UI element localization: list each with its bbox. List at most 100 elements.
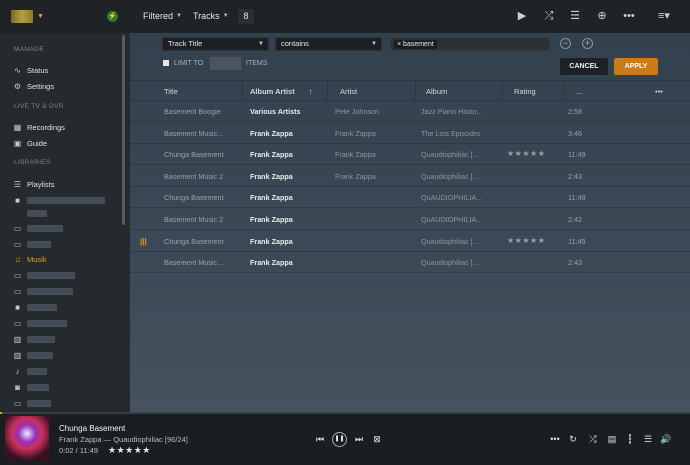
cell-album[interactable]: QuAUDIOPHILIA... (421, 215, 482, 224)
sidebar-item-library[interactable]: ■ (13, 196, 105, 205)
table-row[interactable]: Basement Music 2 Frank Zappa QuAUDIOPHILIA… (130, 209, 690, 230)
download-icon[interactable]: ⊕ (594, 8, 610, 24)
rating-stars[interactable]: ★★★★★ (507, 149, 545, 158)
cell-title[interactable]: Basement Boogie (164, 107, 221, 116)
column-header-rating[interactable]: Rating (514, 87, 536, 96)
activity-icon[interactable]: ⚡ (107, 11, 118, 22)
cell-album[interactable]: Quaudiophiliac [... (421, 150, 479, 159)
filter-value-input[interactable]: × basement (390, 37, 550, 51)
sidebar-item-library[interactable]: ■ (13, 303, 57, 312)
previous-icon[interactable]: ⏮ (313, 432, 327, 446)
cell-artist[interactable]: Frank Zappa (335, 129, 376, 138)
filter-dropdown[interactable]: Filtered ▼ (143, 11, 182, 21)
volume-icon[interactable]: 🔊 (659, 432, 673, 446)
more-icon[interactable]: ••• (621, 8, 637, 24)
view-mode-icon[interactable]: ≡▾ (654, 8, 674, 24)
repeat-icon[interactable]: ↻ (566, 432, 580, 446)
cell-album-artist[interactable]: Various Artists (250, 107, 300, 116)
sidebar-scrollbar[interactable] (122, 35, 125, 225)
table-row[interactable]: ||| Chunga Basement Frank Zappa Quaudiophil… (130, 231, 690, 252)
table-row[interactable]: Basement Boogie Various Artists Pete Johns… (130, 101, 690, 122)
more-icon[interactable]: ••• (548, 432, 562, 446)
cell-title[interactable]: Chunga Basement (164, 150, 224, 159)
shuffle-icon[interactable]: ⤮ (586, 432, 600, 446)
cell-album-artist[interactable]: Frank Zappa (250, 172, 293, 181)
filter-operator-select[interactable]: contains ▼ (275, 37, 382, 51)
cell-album[interactable]: Quaudiophiliac [... (421, 258, 479, 267)
column-options-icon[interactable]: ••• (655, 87, 663, 96)
sidebar-item-library[interactable]: ▭ (13, 287, 73, 296)
pause-icon[interactable]: ❚❚ (332, 432, 347, 447)
cell-album[interactable]: Quaudiophiliac [... (421, 172, 479, 181)
cell-album[interactable]: Jazz Piano Histor... (421, 107, 483, 116)
column-header-title[interactable]: Title (164, 87, 178, 96)
table-row[interactable]: Chunga Basement Frank Zappa Frank Zappa Qua… (130, 144, 690, 166)
cell-album-artist[interactable]: Frank Zappa (250, 129, 293, 138)
sidebar-item-library[interactable]: ▭ (13, 399, 51, 408)
cell-artist[interactable]: Frank Zappa (335, 150, 376, 159)
sidebar-item-library[interactable]: ◙ (13, 383, 49, 392)
playback-progress[interactable] (0, 412, 690, 414)
apply-button[interactable]: APPLY (614, 58, 658, 75)
cell-title[interactable]: Basement Music... (164, 258, 223, 267)
cell-album-artist[interactable]: Frank Zappa (250, 150, 293, 159)
filter-tag[interactable]: × basement (394, 40, 437, 49)
now-playing-title[interactable]: Chunga Basement (59, 424, 125, 433)
cell-title[interactable]: Chunga Basement (164, 237, 224, 246)
next-icon[interactable]: ⏭ (352, 432, 366, 446)
album-artwork[interactable] (5, 416, 49, 460)
playlist-icon[interactable]: ☰ (641, 432, 655, 446)
play-icon[interactable]: ▶ (514, 8, 530, 24)
equalizer-icon[interactable]: ┇ (623, 432, 637, 446)
cell-title[interactable]: Basement Music 2 (164, 172, 223, 181)
add-filter-icon[interactable]: + (582, 38, 593, 49)
cell-album[interactable]: Quaudiophiliac [... (421, 237, 479, 246)
sidebar-item-library[interactable]: ▭ (13, 319, 67, 328)
sidebar-item-library[interactable]: ▭ (13, 240, 51, 249)
table-row[interactable]: Basement Music... Frank Zappa Frank Zappa T… (130, 123, 690, 144)
cell-album-artist[interactable]: Frank Zappa (250, 258, 293, 267)
cell-album[interactable]: QuAUDIOPHILIA... (421, 193, 482, 202)
table-row[interactable]: Chunga Basement Frank Zappa QuAUDIOPHILIA.… (130, 187, 690, 209)
column-header-duration[interactable]: ... (576, 87, 582, 96)
cell-title[interactable]: Chunga Basement (164, 193, 224, 202)
cell-title[interactable]: Basement Music 2 (164, 215, 223, 224)
cell-album-artist[interactable]: Frank Zappa (250, 215, 293, 224)
sidebar-item-guide[interactable]: ▣ Guide (13, 139, 47, 148)
sidebar-item-library[interactable]: ▭ (13, 224, 63, 233)
sidebar-item-library[interactable]: ▥ (13, 351, 53, 360)
cell-album[interactable]: The Lost Episodes (421, 129, 481, 138)
cell-title[interactable]: Basement Music... (164, 129, 223, 138)
sidebar-item-playlists[interactable]: ☰ Playlists (13, 180, 55, 189)
sidebar-item-library[interactable]: ♪ (13, 367, 47, 376)
sidebar-item-recordings[interactable]: ▦ Recordings (13, 123, 65, 132)
sidebar-item-settings[interactable]: ⚙ Settings (13, 82, 54, 91)
cell-artist[interactable]: Pete Johnson (335, 107, 379, 116)
add-to-playlist-icon[interactable]: ☰ (567, 8, 583, 24)
rating-stars[interactable]: ★★★★★ (108, 445, 151, 456)
chevron-down-icon[interactable]: ▼ (37, 13, 44, 20)
shuffle-icon[interactable]: ⤮ (541, 8, 557, 24)
sidebar-item-library[interactable]: ▭ (13, 271, 75, 280)
limit-input[interactable] (210, 57, 241, 70)
sidebar-item-musik[interactable]: ♫ Musik (13, 255, 47, 264)
column-header-album[interactable]: Album (426, 87, 447, 96)
filter-field-select[interactable]: Track Title ▼ (162, 37, 269, 51)
remove-filter-icon[interactable]: − (560, 38, 571, 49)
server-logo[interactable] (11, 10, 33, 23)
rating-stars[interactable]: ★★★★★ (507, 236, 545, 245)
column-header-album-artist[interactable]: Album Artist ↑ (250, 87, 312, 96)
limit-checkbox[interactable] (163, 60, 169, 66)
type-dropdown[interactable]: Tracks ▼ (193, 11, 229, 21)
cell-album-artist[interactable]: Frank Zappa (250, 193, 293, 202)
queue-icon[interactable]: ▤ (605, 432, 619, 446)
cell-artist[interactable]: Frank Zappa (335, 172, 376, 181)
table-row[interactable]: Basement Music 2 Frank Zappa Frank Zappa Qu… (130, 166, 690, 187)
sidebar-item-library[interactable]: ▥ (13, 335, 55, 344)
sidebar-item-status[interactable]: ∿ Status (13, 66, 48, 75)
column-header-artist[interactable]: Artist (340, 87, 357, 96)
cell-album-artist[interactable]: Frank Zappa (250, 237, 293, 246)
stop-icon[interactable]: ⊠ (370, 432, 384, 446)
table-row[interactable]: Basement Music... Frank Zappa Quaudiophili… (130, 252, 690, 274)
cancel-button[interactable]: CANCEL (560, 58, 608, 75)
